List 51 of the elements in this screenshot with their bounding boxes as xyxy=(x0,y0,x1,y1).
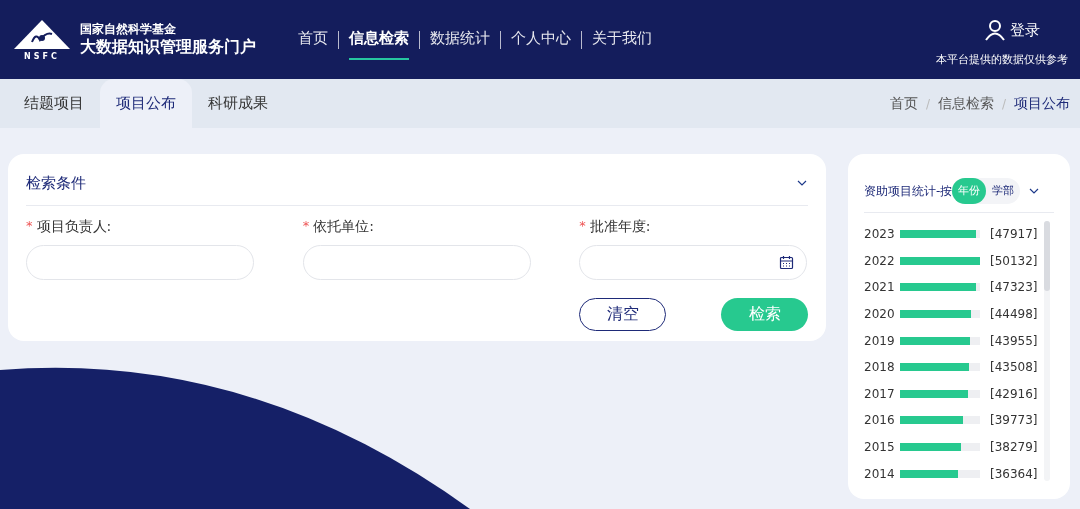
breadcrumb-link[interactable]: 项目公布 xyxy=(1014,93,1070,114)
field-label: 批准年度: xyxy=(589,216,651,236)
required-mark: * xyxy=(26,217,33,236)
scrollbar[interactable] xyxy=(1043,221,1050,481)
calendar-icon xyxy=(779,254,795,270)
count-label: [47323] xyxy=(990,279,1038,297)
tab[interactable]: 结题项目 xyxy=(8,79,100,128)
nav-link[interactable]: 信息检索 xyxy=(349,19,409,60)
year-label: 2014 xyxy=(864,465,896,483)
logo-text: NSFC xyxy=(24,51,60,62)
tab[interactable]: 项目公布 xyxy=(100,79,192,128)
year-label: 2023 xyxy=(864,226,896,244)
year-label: 2021 xyxy=(864,279,896,297)
count-label: [42916] xyxy=(990,385,1038,403)
year-label: 2018 xyxy=(864,359,896,377)
nav-link[interactable]: 首页 xyxy=(298,19,328,60)
portal-name: 大数据知识管理服务门户 xyxy=(80,37,256,57)
required-mark: * xyxy=(302,217,310,236)
year-label: 2019 xyxy=(864,332,896,350)
org-name: 国家自然科学基金 xyxy=(80,22,177,37)
breadcrumb-link[interactable]: 首页 xyxy=(889,93,918,114)
year-label: 2016 xyxy=(864,412,896,430)
nav-link[interactable]: 数据统计 xyxy=(430,19,490,60)
stats-title: 资助项目统计-按 xyxy=(864,183,953,200)
nav-link[interactable]: 个人中心 xyxy=(511,19,571,60)
year-label: 2022 xyxy=(864,252,896,270)
nav-link[interactable]: 关于我们 xyxy=(592,19,652,60)
breadcrumb-separator: / xyxy=(925,95,930,113)
count-label: [43508] xyxy=(990,359,1038,377)
user-icon xyxy=(984,19,1006,42)
toggle-option[interactable]: 学部 xyxy=(986,178,1021,204)
breadcrumb-link[interactable]: 信息检索 xyxy=(937,93,994,114)
disclaimer-text: 本平台提供的数据仅供参考 xyxy=(936,51,1068,68)
required-mark: * xyxy=(579,217,586,236)
count-label: [39773] xyxy=(990,412,1038,430)
clear-button[interactable]: 清空 xyxy=(579,297,666,331)
login-button[interactable]: 登录 xyxy=(984,19,1040,42)
count-label: [47917] xyxy=(990,226,1038,244)
year-label: 2015 xyxy=(864,439,896,457)
section-title: 检索条件 xyxy=(26,173,86,194)
tab[interactable]: 科研成果 xyxy=(192,79,284,128)
count-label: [38279] xyxy=(990,439,1038,457)
breadcrumb-separator: / xyxy=(1001,95,1006,113)
count-label: [36364] xyxy=(990,465,1038,483)
field-label: 项目负责人: xyxy=(36,216,112,236)
year-label: 2017 xyxy=(864,385,896,403)
year-label: 2020 xyxy=(864,306,896,324)
count-label: [43955] xyxy=(990,332,1038,350)
count-label: [44498] xyxy=(990,306,1038,324)
field-label: 依托单位: xyxy=(313,216,374,236)
count-label: [50132] xyxy=(990,252,1038,270)
